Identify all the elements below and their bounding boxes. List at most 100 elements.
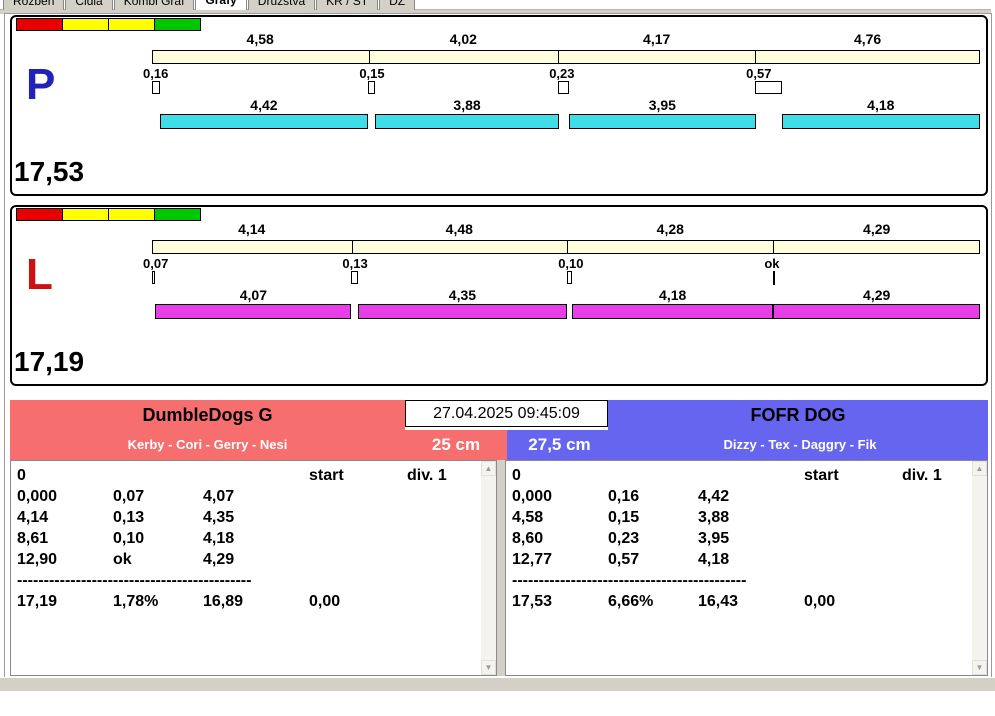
tab-bar: RozbehČidlaKombi GrafGrafyDružstvaKR / S… bbox=[3, 0, 983, 10]
table-row: 4,58 0,15 3,88 bbox=[512, 507, 987, 528]
changeover-time: 0,16 bbox=[143, 66, 169, 81]
changeover-box bbox=[368, 81, 376, 94]
table-cell: 0,00 bbox=[309, 593, 341, 610]
tab-dz[interactable]: DZ bbox=[379, 0, 416, 10]
table-cell: 17,19 bbox=[17, 593, 58, 610]
table-right-scrollbar[interactable]: ▲ ▼ bbox=[972, 461, 987, 675]
results-tables: 0 start div. 1 0,000 0,07 4,07 4,14 0,13 4,35 8,6… bbox=[10, 460, 988, 676]
start-light bbox=[62, 18, 109, 31]
team-right-header: FOFR DOG bbox=[608, 400, 988, 430]
segment-time: 4,58 bbox=[246, 31, 274, 47]
run-bar bbox=[159, 114, 369, 129]
start-light bbox=[62, 208, 109, 221]
teams-section: DumbleDogs G FOFR DOG Kerby - Cori - Ger… bbox=[10, 400, 988, 676]
scroll-up-icon[interactable]: ▲ bbox=[972, 461, 987, 476]
segment-divider bbox=[351, 241, 353, 253]
table-left-scrollbar[interactable]: ▲ ▼ bbox=[481, 461, 496, 675]
table-cell bbox=[804, 549, 902, 570]
changeover-boxes bbox=[152, 271, 980, 285]
table-cell: 4,42 bbox=[698, 488, 730, 505]
lane-letter: P bbox=[26, 60, 56, 109]
run-time: 4,18 bbox=[867, 97, 895, 113]
start-light bbox=[108, 18, 155, 31]
table-cell: 4,14 bbox=[17, 509, 49, 526]
segment-divider bbox=[754, 51, 756, 63]
scroll-down-icon[interactable]: ▼ bbox=[481, 660, 496, 675]
changeover-box bbox=[567, 271, 573, 284]
segment-time: 4,14 bbox=[238, 221, 266, 237]
table-cell: 0,15 bbox=[608, 509, 640, 526]
segment-time: 4,02 bbox=[449, 31, 477, 47]
changeover-time: 0,23 bbox=[549, 66, 575, 81]
tab-bar-inner: RozbehČidlaKombi GrafGrafyDružstvaKR / S… bbox=[3, 0, 983, 10]
run-time: 4,07 bbox=[239, 287, 267, 303]
team-left-jump-height: 25 cm bbox=[431, 435, 481, 454]
tab-kombi-graf[interactable]: Kombi Graf bbox=[113, 0, 195, 10]
start-light bbox=[16, 18, 63, 31]
changeover-box bbox=[152, 81, 160, 94]
segment-divider bbox=[368, 51, 370, 63]
status-bar bbox=[0, 677, 995, 691]
tab-rozbeh[interactable]: Rozbeh bbox=[3, 0, 65, 10]
changeover-time: 0,13 bbox=[342, 256, 368, 271]
changeover-time: 0,10 bbox=[558, 256, 584, 271]
team-left-header: DumbleDogs G bbox=[10, 400, 405, 430]
start-light bbox=[154, 208, 201, 221]
table-cell: 4,29 bbox=[203, 551, 235, 568]
table-cell: 1,78% bbox=[113, 593, 159, 610]
table-cell: 0,00 bbox=[804, 593, 836, 610]
table-cell: 17,53 bbox=[512, 593, 553, 610]
team-right-dogs: Dizzy - Tex - Daggry - Fik bbox=[723, 437, 877, 452]
table-cell: 0,07 bbox=[113, 488, 145, 505]
segment-divider bbox=[558, 51, 560, 63]
start-light bbox=[16, 208, 63, 221]
table-cell: 0,57 bbox=[608, 551, 640, 568]
table-cell: 0,16 bbox=[608, 488, 640, 505]
tab-grafy[interactable]: Grafy bbox=[195, 0, 247, 10]
table-totals-row: 17,19 1,78% 16,89 0,00 bbox=[17, 591, 496, 612]
table-cell: 0,10 bbox=[113, 530, 145, 547]
start-light bbox=[154, 18, 201, 31]
run-bars bbox=[152, 114, 980, 129]
segment-bar bbox=[152, 240, 980, 254]
table-cell bbox=[309, 486, 407, 507]
table-cell: 4,18 bbox=[203, 530, 235, 547]
table-cell: 16,89 bbox=[203, 593, 244, 610]
team-right-results-table: 0 start div. 1 0,000 0,16 4,42 4,58 0,15 3,88 8,6… bbox=[505, 460, 988, 676]
tab-idla[interactable]: Čidla bbox=[65, 0, 113, 10]
segment-divider bbox=[772, 241, 774, 253]
table-cell: 6,66% bbox=[608, 593, 654, 610]
tab-kr-st[interactable]: KR / ST bbox=[316, 0, 379, 10]
run-time: 3,95 bbox=[648, 97, 676, 113]
lane-chart: 4,58 4,02 4,17 4,76 0,16 0,15 0,23 0,57 4,42 3,… bbox=[143, 31, 980, 146]
table-cell: 3,95 bbox=[698, 530, 730, 547]
start-light bbox=[108, 208, 155, 221]
run-time: 4,18 bbox=[659, 287, 687, 303]
table-cell: start bbox=[309, 467, 344, 484]
lane-letter: L bbox=[26, 250, 53, 299]
segment-time: 4,76 bbox=[853, 31, 882, 47]
lane-panel-l: L 17,19 4,14 4,48 4,28 4,29 0,07 0,13 0,10 ok … bbox=[10, 205, 988, 386]
segment-bar bbox=[152, 50, 980, 64]
run-bar bbox=[375, 114, 559, 129]
table-row: 0,000 0,16 4,42 bbox=[512, 486, 987, 507]
lane-chart: 4,14 4,48 4,28 4,29 0,07 0,13 0,10 ok 4,07 4,35… bbox=[143, 221, 980, 336]
team-left-dogs: Kerby - Cori - Gerry - Nesi bbox=[127, 437, 288, 452]
scroll-up-icon[interactable]: ▲ bbox=[481, 461, 496, 476]
run-labels: 4,42 3,88 3,95 4,18 bbox=[152, 97, 980, 113]
table-cell bbox=[608, 465, 698, 486]
table-cell: 0,000 bbox=[512, 488, 553, 505]
graphs-page: P 17,53 4,58 4,02 4,17 4,76 0,16 0,15 0,23 0,5… bbox=[4, 13, 992, 679]
scroll-down-icon[interactable]: ▼ bbox=[972, 660, 987, 675]
run-bar bbox=[773, 304, 980, 319]
tab-dru-stva[interactable]: Družstva bbox=[247, 0, 316, 10]
table-header-row: 0 start div. 1 bbox=[17, 465, 496, 486]
table-cell bbox=[804, 507, 902, 528]
changeover-time: 0,15 bbox=[359, 66, 385, 81]
segment-time: 4,29 bbox=[863, 221, 891, 237]
segment-labels: 4,58 4,02 4,17 4,76 bbox=[152, 31, 980, 48]
table-cell: 16,43 bbox=[698, 593, 739, 610]
table-cell: start bbox=[804, 467, 839, 484]
table-cell: 12,77 bbox=[512, 551, 553, 568]
changeover-boxes bbox=[152, 81, 980, 95]
